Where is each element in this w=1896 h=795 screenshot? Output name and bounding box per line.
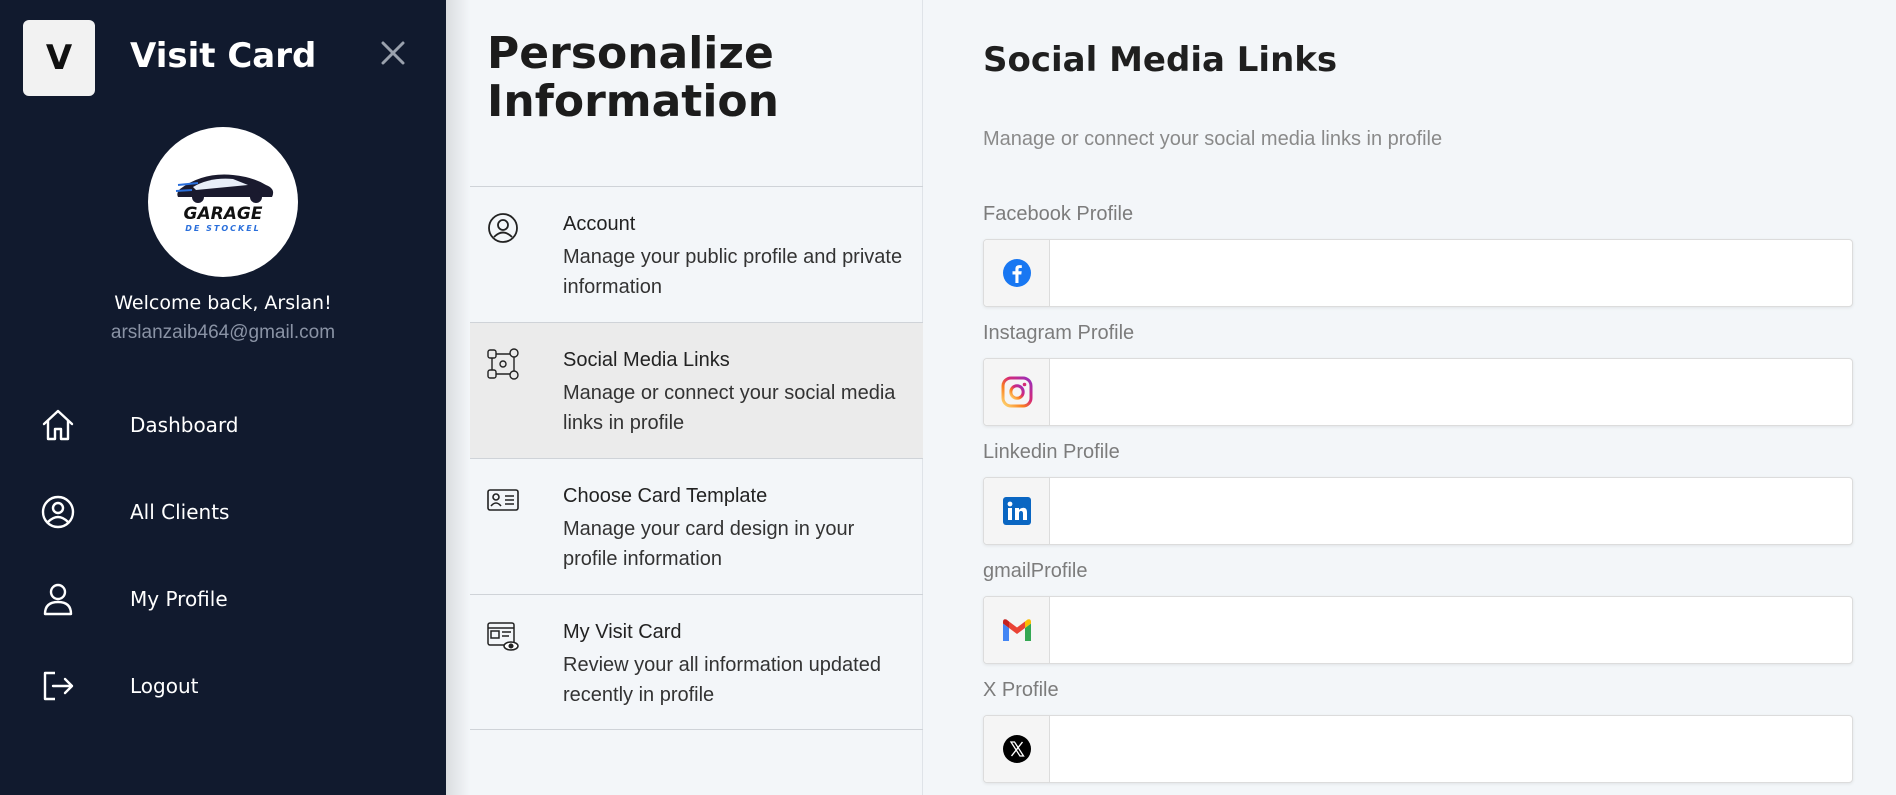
nav-item-my-profile[interactable]: My Profile xyxy=(0,564,446,634)
facebook-field xyxy=(983,239,1853,307)
logout-icon xyxy=(38,666,78,706)
personalize-title-line1: Personalize xyxy=(487,28,774,79)
instagram-icon xyxy=(984,359,1050,425)
linkedin-label: Linkedin Profile xyxy=(983,441,1120,463)
linkedin-field xyxy=(983,477,1853,545)
menu-item-choose-card-template[interactable]: Choose Card Template Manage your card de… xyxy=(470,458,923,594)
instagram-label: Instagram Profile xyxy=(983,322,1135,344)
nav-label-my-profile: My Profile xyxy=(130,587,228,611)
nav-item-dashboard[interactable]: Dashboard xyxy=(0,390,446,460)
personalize-title-line2: Information xyxy=(487,76,779,127)
facebook-icon xyxy=(984,240,1050,306)
avatar-brand-subtext: DE STOCKEL xyxy=(185,224,261,233)
personalize-title: Personalize Information xyxy=(487,30,907,126)
x-icon xyxy=(984,716,1050,782)
instagram-input[interactable] xyxy=(1051,359,1851,425)
nav-item-all-clients[interactable]: All Clients xyxy=(0,477,446,547)
account-icon xyxy=(486,211,520,245)
sidebar: V Visit Card GARAGE DE STOCKEL Welcome b… xyxy=(0,0,446,795)
personalize-panel: Personalize Information Account Manage y… xyxy=(446,0,923,795)
menu-title-social-media-links: Social Media Links xyxy=(563,349,730,371)
menu-desc-social-media-links: Manage or connect your social media link… xyxy=(563,382,896,434)
user-icon xyxy=(38,579,78,619)
social-links-icon xyxy=(486,347,520,381)
menu-desc-my-visit-card: Review your all information updated rece… xyxy=(563,654,881,706)
menu-title-my-visit-card: My Visit Card xyxy=(563,621,682,643)
gmail-input[interactable] xyxy=(1051,597,1851,663)
menu-item-account[interactable]: Account Manage your public profile and p… xyxy=(470,186,923,322)
x-field xyxy=(983,715,1853,783)
app-title: Visit Card xyxy=(130,36,317,76)
avatar[interactable]: GARAGE DE STOCKEL xyxy=(148,127,298,277)
avatar-brand-text: GARAGE xyxy=(184,204,263,224)
social-links-form: Social Media Links Manage or connect you… xyxy=(923,0,1896,795)
x-label: X Profile xyxy=(983,679,1059,701)
gmail-label: gmailProfile xyxy=(983,560,1088,582)
menu-desc-account: Manage your public profile and private i… xyxy=(563,246,903,298)
menu-title-account: Account xyxy=(563,213,636,235)
linkedin-icon xyxy=(984,478,1050,544)
visit-card-icon xyxy=(486,619,520,653)
id-card-icon xyxy=(486,483,520,517)
welcome-text: Welcome back, Arslan! xyxy=(114,292,332,314)
user-circle-icon xyxy=(38,492,78,532)
menu-item-my-visit-card[interactable]: My Visit Card Review your all informatio… xyxy=(470,594,923,730)
close-icon[interactable] xyxy=(378,38,408,68)
instagram-field xyxy=(983,358,1853,426)
menu-title-choose-card-template: Choose Card Template xyxy=(563,485,768,507)
facebook-input[interactable] xyxy=(1051,240,1851,306)
menu-item-social-media-links[interactable]: Social Media Links Manage or connect you… xyxy=(470,322,923,458)
nav-label-logout: Logout xyxy=(130,674,199,698)
home-icon xyxy=(38,405,78,445)
nav-label-all-clients: All Clients xyxy=(130,500,230,524)
facebook-label: Facebook Profile xyxy=(983,203,1134,225)
menu-desc-choose-card-template: Manage your card design in your profile … xyxy=(563,518,855,570)
user-email: arslanzaib464@gmail.com xyxy=(110,322,336,343)
x-input[interactable] xyxy=(1051,716,1851,782)
nav-item-logout[interactable]: Logout xyxy=(0,651,446,721)
linkedin-input[interactable] xyxy=(1051,478,1851,544)
page-title: Social Media Links xyxy=(983,40,1338,80)
gmail-field xyxy=(983,596,1853,664)
app-logo[interactable]: V xyxy=(23,20,95,96)
nav-label-dashboard: Dashboard xyxy=(130,413,239,437)
page-subtitle: Manage or connect your social media link… xyxy=(983,128,1443,150)
gmail-icon xyxy=(984,597,1050,663)
